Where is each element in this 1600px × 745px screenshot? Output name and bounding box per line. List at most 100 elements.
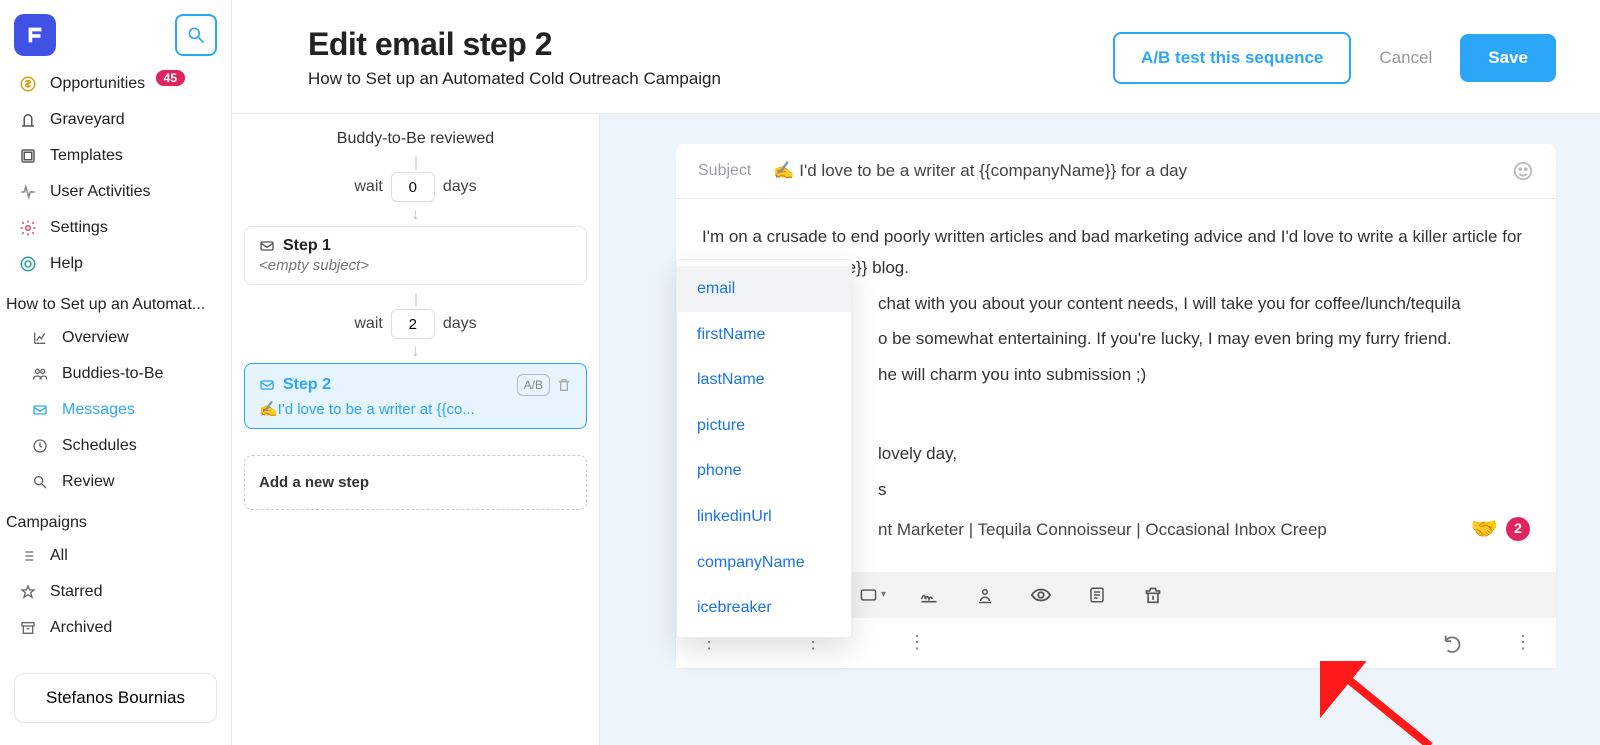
page-header: Edit email step 2 How to Set up an Autom… xyxy=(232,0,1600,113)
clock-icon xyxy=(30,436,50,456)
trash-icon[interactable] xyxy=(556,377,572,393)
calendar-link-icon[interactable] xyxy=(972,582,998,608)
campaign-messages[interactable]: Messages xyxy=(0,392,231,428)
annotation-arrow xyxy=(1320,661,1440,745)
nav-label: Settings xyxy=(50,219,108,237)
nav-label: Graveyard xyxy=(50,111,125,129)
cancel-button[interactable]: Cancel xyxy=(1379,48,1432,68)
nav-label: Review xyxy=(62,473,114,491)
wait-input-2[interactable] xyxy=(391,309,435,339)
arrow-down-icon: ↓ xyxy=(412,343,420,361)
handshake-icon: 🤝 xyxy=(1471,509,1498,550)
ab-chip[interactable]: A/B xyxy=(517,374,550,396)
wait-input-1[interactable] xyxy=(391,172,435,202)
ab-test-button[interactable]: A/B test this sequence xyxy=(1113,32,1351,84)
nav-label: Starred xyxy=(50,583,102,601)
nav-help[interactable]: Help xyxy=(0,246,231,282)
var-option-firstname[interactable]: firstName xyxy=(677,312,851,358)
global-search-button[interactable] xyxy=(175,14,217,56)
list-icon xyxy=(18,546,38,566)
archive-icon xyxy=(18,618,38,638)
nav-label: Buddies-to-Be xyxy=(62,365,163,383)
step-card-2[interactable]: Step 2 A/B ✍️I'd love to be a writer at … xyxy=(244,363,587,429)
reviewed-label: Buddy-to-Be reviewed xyxy=(337,130,494,148)
wait-row-1: wait days xyxy=(354,172,476,202)
nav-label: Messages xyxy=(62,401,135,419)
nav-label: User Activities xyxy=(50,183,150,201)
email-body[interactable]: I'm on a crusade to end poorly written a… xyxy=(676,199,1556,572)
campaign-review[interactable]: Review xyxy=(0,464,231,500)
nav-user-activities[interactable]: User Activities xyxy=(0,174,231,210)
undo-icon[interactable] xyxy=(1442,632,1464,654)
help-icon xyxy=(18,254,38,274)
campaign-buddies[interactable]: Buddies-to-Be xyxy=(0,356,231,392)
activity-icon xyxy=(18,182,38,202)
mail-icon xyxy=(259,238,275,254)
dollar-icon xyxy=(18,74,38,94)
campaign-overview[interactable]: Overview xyxy=(0,320,231,356)
step2-title: Step 2 xyxy=(283,376,331,394)
more-icon[interactable]: ⋮ xyxy=(908,632,926,653)
save-button[interactable]: Save xyxy=(1460,34,1556,82)
template-icon[interactable] xyxy=(1084,582,1110,608)
campaign-section-title: How to Set up an Automat... xyxy=(0,282,231,320)
search-icon xyxy=(30,472,50,492)
campaigns-starred[interactable]: Starred xyxy=(0,574,231,610)
campaign-schedules[interactable]: Schedules xyxy=(0,428,231,464)
subject-label: Subject xyxy=(698,162,751,180)
step2-subject: ✍️I'd love to be a writer at {{co... xyxy=(259,400,572,418)
subject-row: Subject ✍️ I'd love to be a writer at {{… xyxy=(676,144,1556,199)
page-subtitle: How to Set up an Automated Cold Outreach… xyxy=(308,69,721,89)
layout-icon[interactable] xyxy=(860,582,886,608)
nav-label: Schedules xyxy=(62,437,137,455)
var-option-icebreaker[interactable]: icebreaker xyxy=(677,585,851,631)
arrow-down-icon: ↓ xyxy=(412,206,420,224)
emoji-icon[interactable] xyxy=(1512,160,1534,182)
nav-settings[interactable]: Settings xyxy=(0,210,231,246)
add-step-button[interactable]: Add a new step xyxy=(244,455,587,510)
step1-subject: <empty subject> xyxy=(259,257,572,274)
var-option-lastname[interactable]: lastName xyxy=(677,357,851,403)
page-title: Edit email step 2 xyxy=(308,26,721,63)
var-option-email[interactable]: email xyxy=(677,266,851,312)
nav-label: Overview xyxy=(62,329,129,347)
people-icon xyxy=(30,364,50,384)
nav-label: Help xyxy=(50,255,83,273)
campaigns-all[interactable]: All xyxy=(0,538,231,574)
var-option-companyname[interactable]: companyName xyxy=(677,540,851,586)
app-logo[interactable] xyxy=(14,14,56,56)
preview-icon[interactable] xyxy=(1028,582,1054,608)
more-icon[interactable]: ⋮ xyxy=(1514,632,1532,653)
gear-icon xyxy=(18,218,38,238)
var-option-phone[interactable]: phone xyxy=(677,448,851,494)
editor-wrap: Subject ✍️ I'd love to be a writer at {{… xyxy=(600,114,1600,745)
nav-templates[interactable]: Templates xyxy=(0,138,231,174)
var-option-picture[interactable]: picture xyxy=(677,403,851,449)
nav-graveyard[interactable]: Graveyard xyxy=(0,102,231,138)
var-option-linkedinurl[interactable]: linkedinUrl xyxy=(677,494,851,540)
nav-opportunities[interactable]: Opportunities 45 xyxy=(0,66,231,102)
mail-icon xyxy=(30,400,50,420)
signature-icon[interactable] xyxy=(916,582,942,608)
user-menu-button[interactable]: Stefanos Bournias xyxy=(14,673,217,723)
variable-dropdown[interactable]: email firstName lastName picture phone l… xyxy=(676,259,852,638)
sidebar: Opportunities 45 Graveyard Templates Use… xyxy=(0,0,232,745)
step-card-1[interactable]: Step 1 <empty subject> xyxy=(244,226,587,285)
steps-column: Buddy-to-Be reviewed wait days ↓ Step 1 xyxy=(232,114,600,745)
nav-label: Archived xyxy=(50,619,112,637)
opportunities-badge: 45 xyxy=(156,70,185,86)
campaigns-archived[interactable]: Archived xyxy=(0,610,231,646)
editor-card: Subject ✍️ I'd love to be a writer at {{… xyxy=(676,144,1556,668)
flow-line xyxy=(415,156,417,170)
mail-icon xyxy=(259,377,275,393)
subject-input[interactable]: ✍️ I'd love to be a writer at {{companyN… xyxy=(773,161,1490,181)
nav-label: Templates xyxy=(50,147,123,165)
step1-title: Step 1 xyxy=(283,237,331,255)
main: Edit email step 2 How to Set up an Autom… xyxy=(232,0,1600,745)
campaigns-header: Campaigns xyxy=(0,500,231,538)
unsubscribe-icon[interactable] xyxy=(1140,582,1166,608)
wait-row-2: wait days xyxy=(354,309,476,339)
chart-icon xyxy=(30,328,50,348)
templates-icon xyxy=(18,146,38,166)
star-icon xyxy=(18,582,38,602)
